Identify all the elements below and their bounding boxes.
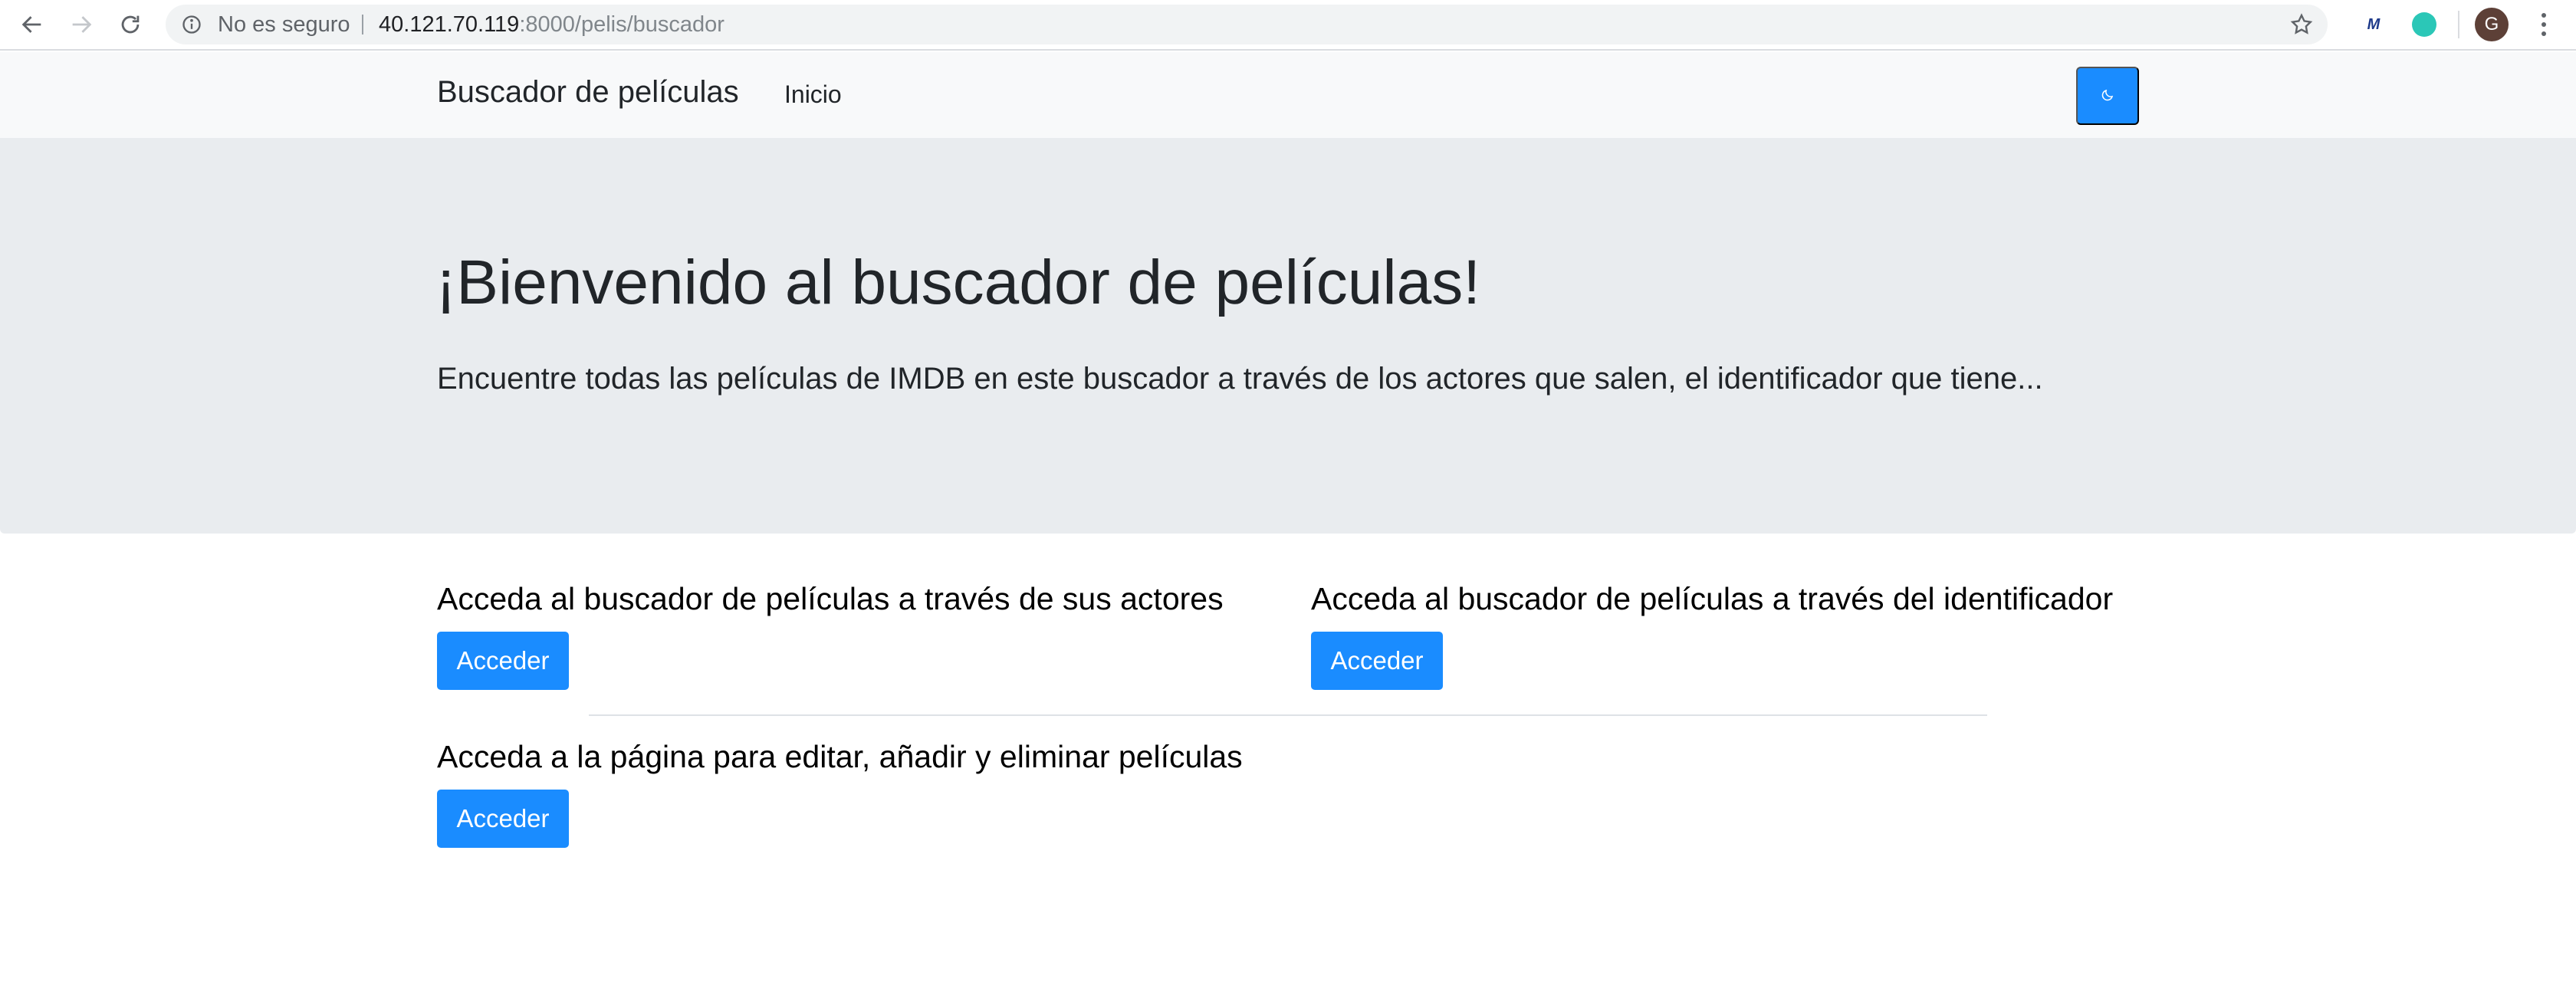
- toolbar-divider: [2458, 11, 2459, 38]
- browser-toolbar: No es seguro 40.121.70.119:8000/pelis/bu…: [0, 0, 2576, 51]
- more-menu-icon[interactable]: [2530, 8, 2558, 41]
- navbar-brand[interactable]: Buscador de películas: [437, 75, 739, 110]
- nav-link-inicio[interactable]: Inicio: [784, 80, 842, 109]
- access-edit-button[interactable]: Acceder: [437, 790, 569, 848]
- url-text[interactable]: 40.121.70.119:8000/pelis/buscador: [379, 5, 724, 44]
- address-bar[interactable]: No es seguro 40.121.70.119:8000/pelis/bu…: [166, 5, 2328, 44]
- section-heading: Acceda al buscador de películas a través…: [1311, 581, 2114, 616]
- section-divider: [589, 714, 1987, 716]
- section-heading: Acceda al buscador de películas a través…: [437, 581, 1224, 616]
- moon-icon: [2101, 88, 2114, 104]
- reload-icon[interactable]: [113, 8, 147, 41]
- back-arrow-icon[interactable]: [15, 8, 49, 41]
- access-identifier-button[interactable]: Acceder: [1311, 632, 1443, 690]
- access-actors-button[interactable]: Acceder: [437, 632, 569, 690]
- section-actors-search: Acceda al buscador de películas a través…: [437, 581, 1224, 690]
- section-id-search: Acceda al buscador de películas a través…: [1311, 581, 2114, 690]
- url-host: 40.121.70.119: [379, 12, 520, 37]
- bookmark-star-icon[interactable]: [2289, 12, 2314, 37]
- movistar-extension-icon[interactable]: M: [2358, 9, 2389, 40]
- dark-mode-toggle-button[interactable]: [2076, 67, 2139, 125]
- teal-extension-icon[interactable]: [2409, 9, 2440, 40]
- section-edit-movies: Acceda a la página para editar, añadir y…: [437, 739, 1243, 848]
- omnibox-divider: [362, 15, 363, 34]
- info-icon[interactable]: [181, 14, 202, 35]
- url-path: :8000/pelis/buscador: [519, 12, 724, 37]
- jumbotron: ¡Bienvenido al buscador de películas! En…: [0, 138, 2576, 534]
- page-title: ¡Bienvenido al buscador de películas!: [435, 248, 1480, 317]
- page-lead: Encuentre todas las películas de IMDB en…: [437, 362, 2043, 396]
- site-navbar: Buscador de películas Inicio: [0, 52, 2576, 138]
- section-heading: Acceda a la página para editar, añadir y…: [437, 739, 1243, 774]
- forward-arrow-icon[interactable]: [64, 8, 98, 41]
- security-status[interactable]: No es seguro: [218, 5, 350, 44]
- profile-avatar[interactable]: G: [2475, 8, 2509, 41]
